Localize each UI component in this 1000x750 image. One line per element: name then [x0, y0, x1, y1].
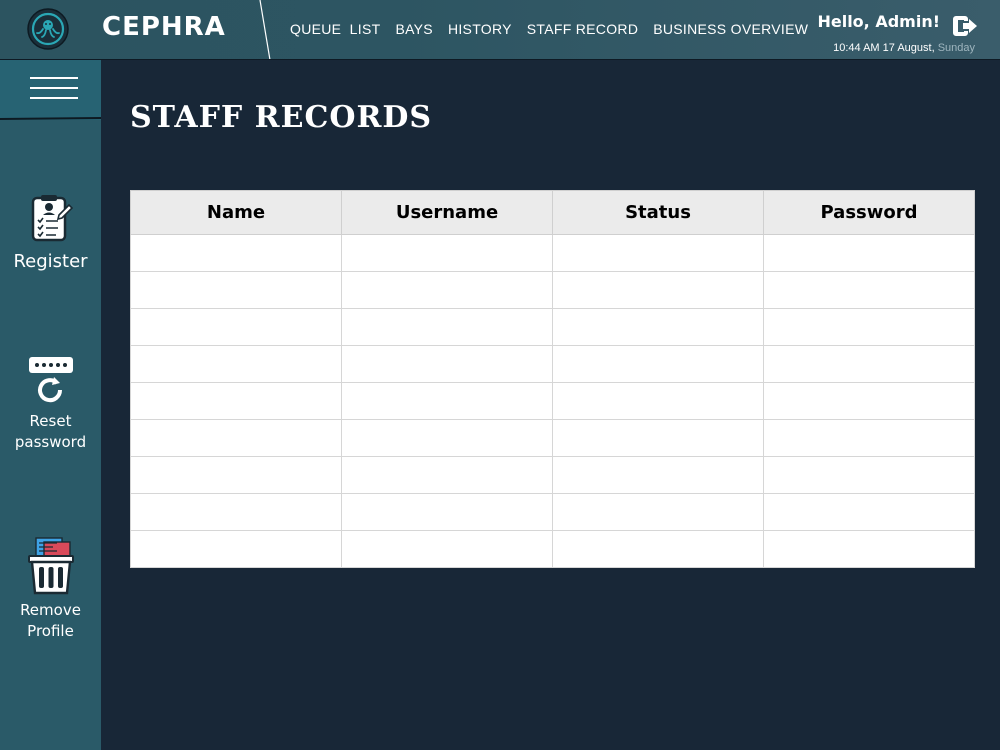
- table-row[interactable]: [130, 456, 975, 494]
- table-row[interactable]: [130, 493, 975, 531]
- logout-icon[interactable]: [952, 13, 978, 39]
- table-cell[interactable]: [341, 345, 553, 383]
- table-row[interactable]: [130, 419, 975, 457]
- table-cell[interactable]: [763, 456, 975, 494]
- table-cell[interactable]: [763, 530, 975, 568]
- table-cell[interactable]: [130, 456, 342, 494]
- sidebar: Register Reset password Remove Profile: [0, 60, 102, 750]
- table-cell[interactable]: [130, 382, 342, 420]
- table-cell[interactable]: [552, 382, 764, 420]
- table-cell[interactable]: [341, 234, 553, 272]
- table-cell[interactable]: [552, 419, 764, 457]
- main-nav: QUEUE LIST BAYS HISTORY STAFF RECORD BUS…: [290, 21, 823, 37]
- table-cell[interactable]: [130, 530, 342, 568]
- hamburger-menu-icon: [30, 87, 78, 89]
- trash-remove-icon: [27, 537, 74, 595]
- hamburger-menu-icon: [30, 77, 78, 79]
- table-cell[interactable]: [341, 382, 553, 420]
- nav-history[interactable]: HISTORY: [448, 21, 512, 37]
- remove-profile-label-1: Remove: [20, 601, 81, 619]
- table-cell[interactable]: [552, 345, 764, 383]
- table-cell[interactable]: [763, 308, 975, 346]
- datetime-text: 10:44 AM 17 August,: [833, 42, 938, 54]
- reset-password-label-1: Reset: [29, 412, 72, 430]
- table-row[interactable]: [130, 234, 975, 272]
- octopus-logo-icon[interactable]: [27, 8, 69, 50]
- column-header-status[interactable]: Status: [552, 190, 764, 235]
- table-cell[interactable]: [552, 271, 764, 309]
- table-row[interactable]: [130, 271, 975, 309]
- table-cell[interactable]: [130, 493, 342, 531]
- table-body: [130, 234, 975, 568]
- nav-bays[interactable]: BAYS: [395, 21, 433, 37]
- table-cell[interactable]: [130, 308, 342, 346]
- greeting-text: Hello, Admin!: [817, 12, 940, 31]
- register-label: Register: [13, 251, 88, 272]
- datetime-day: Sunday: [937, 42, 975, 54]
- sidebar-item-reset-password[interactable]: Reset password: [0, 355, 101, 453]
- staff-records-table: Name Username Status Password: [130, 190, 975, 568]
- brand-name: CEPHRA: [102, 12, 226, 42]
- menu-divider: [0, 116, 102, 120]
- table-cell[interactable]: [341, 271, 553, 309]
- table-cell[interactable]: [130, 271, 342, 309]
- table-cell[interactable]: [763, 493, 975, 531]
- hamburger-menu-button[interactable]: [0, 60, 102, 120]
- table-cell[interactable]: [763, 419, 975, 457]
- table-cell[interactable]: [341, 530, 553, 568]
- sidebar-item-remove-profile[interactable]: Remove Profile: [0, 536, 101, 642]
- nav-staff-record[interactable]: STAFF RECORD: [527, 21, 638, 37]
- table-cell[interactable]: [763, 234, 975, 272]
- table-header-row: Name Username Status Password: [130, 190, 975, 235]
- column-header-password[interactable]: Password: [763, 190, 975, 235]
- column-header-username[interactable]: Username: [341, 190, 553, 235]
- password-reset-icon: [28, 357, 73, 403]
- hamburger-menu-icon: [30, 97, 78, 99]
- nav-business-overview[interactable]: BUSINESS OVERVIEW: [653, 21, 808, 37]
- clipboard-register-icon: [31, 195, 73, 242]
- table-cell[interactable]: [552, 456, 764, 494]
- table-cell[interactable]: [763, 382, 975, 420]
- column-header-name[interactable]: Name: [130, 190, 342, 235]
- table-row[interactable]: [130, 382, 975, 420]
- nav-queue-list[interactable]: QUEUE LIST: [290, 21, 380, 37]
- page-title: STAFF RECORDS: [130, 100, 433, 135]
- table-cell[interactable]: [130, 234, 342, 272]
- table-cell[interactable]: [130, 345, 342, 383]
- table-cell[interactable]: [341, 493, 553, 531]
- table-row[interactable]: [130, 345, 975, 383]
- sidebar-item-register[interactable]: Register: [0, 195, 101, 272]
- table-cell[interactable]: [341, 308, 553, 346]
- table-cell[interactable]: [341, 456, 553, 494]
- reset-password-label-2: password: [14, 433, 87, 451]
- table-row[interactable]: [130, 530, 975, 568]
- table-cell[interactable]: [341, 419, 553, 457]
- table-cell[interactable]: [552, 493, 764, 531]
- table-cell[interactable]: [552, 234, 764, 272]
- table-cell[interactable]: [552, 530, 764, 568]
- datetime: 10:44 AM 17 August, Sunday: [833, 42, 975, 54]
- remove-profile-label-2: Profile: [27, 622, 74, 640]
- table-cell[interactable]: [552, 308, 764, 346]
- table-cell[interactable]: [763, 271, 975, 309]
- table-cell[interactable]: [130, 419, 342, 457]
- table-cell[interactable]: [763, 345, 975, 383]
- top-bar: CEPHRA QUEUE LIST BAYS HISTORY STAFF REC…: [0, 0, 1000, 60]
- table-row[interactable]: [130, 308, 975, 346]
